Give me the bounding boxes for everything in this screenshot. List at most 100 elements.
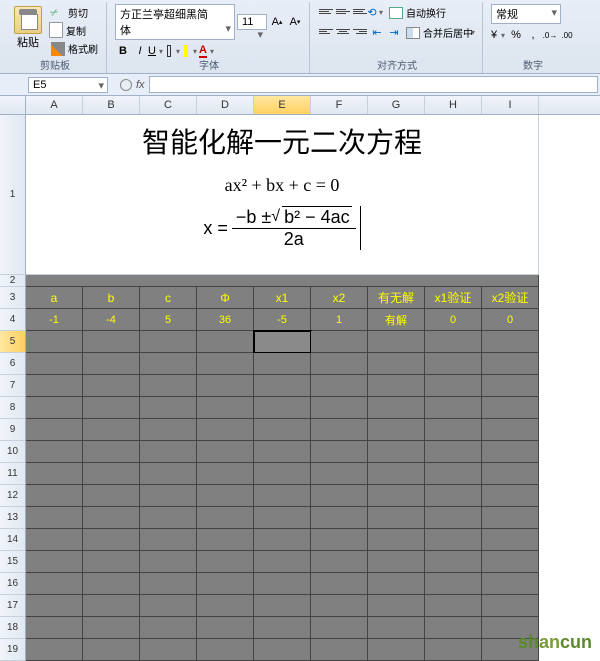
data-cell[interactable]: 1	[311, 309, 368, 331]
data-cell[interactable]	[425, 529, 482, 551]
data-cell[interactable]	[425, 573, 482, 595]
align-center-button[interactable]	[335, 24, 351, 38]
row-header[interactable]: 11	[0, 463, 26, 485]
col-header[interactable]: B	[83, 96, 140, 114]
col-header[interactable]: H	[425, 96, 482, 114]
data-cell[interactable]	[425, 617, 482, 639]
data-cell[interactable]	[26, 507, 83, 529]
data-cell[interactable]	[482, 331, 539, 353]
header-cell[interactable]: Φ	[197, 287, 254, 309]
data-cell[interactable]	[26, 485, 83, 507]
row-header[interactable]: 5	[0, 331, 26, 353]
data-cell[interactable]	[368, 573, 425, 595]
data-cell[interactable]	[197, 353, 254, 375]
data-cell[interactable]	[197, 331, 254, 353]
data-cell[interactable]	[425, 639, 482, 661]
data-cell[interactable]	[83, 375, 140, 397]
data-cell[interactable]	[26, 639, 83, 661]
data-cell[interactable]	[368, 441, 425, 463]
data-cell[interactable]	[482, 441, 539, 463]
data-cell[interactable]	[197, 639, 254, 661]
data-cell[interactable]: -5	[254, 309, 311, 331]
align-bottom-button[interactable]	[352, 4, 368, 18]
data-cell[interactable]	[140, 617, 197, 639]
data-cell[interactable]	[311, 573, 368, 595]
number-format-select[interactable]: 常规	[491, 4, 561, 24]
format-painter-button[interactable]: 格式刷	[49, 40, 100, 57]
data-cell[interactable]	[254, 419, 311, 441]
data-cell[interactable]	[140, 331, 197, 353]
data-cell[interactable]	[197, 463, 254, 485]
data-cell[interactable]	[83, 485, 140, 507]
data-cell[interactable]	[140, 573, 197, 595]
cancel-icon[interactable]	[120, 79, 132, 91]
data-cell[interactable]	[26, 617, 83, 639]
row-header[interactable]: 12	[0, 485, 26, 507]
increase-font-button[interactable]: A▴	[269, 14, 285, 30]
title-cell[interactable]: 智能化解一元二次方程 ax² + bx + c = 0 x = −b ± √b²…	[26, 115, 539, 275]
merge-center-button[interactable]: 合并后居中	[403, 24, 476, 41]
data-cell[interactable]	[482, 551, 539, 573]
data-cell[interactable]	[254, 507, 311, 529]
data-cell[interactable]	[254, 639, 311, 661]
data-cell[interactable]	[26, 529, 83, 551]
col-header[interactable]: A	[26, 96, 83, 114]
data-cell[interactable]	[197, 595, 254, 617]
data-cell[interactable]	[83, 551, 140, 573]
increase-decimal-button[interactable]: .0→	[542, 27, 558, 43]
data-cell[interactable]	[311, 617, 368, 639]
data-cell[interactable]	[482, 529, 539, 551]
data-cell[interactable]	[425, 397, 482, 419]
data-cell[interactable]	[254, 617, 311, 639]
data-cell[interactable]	[26, 331, 83, 353]
row-header[interactable]: 15	[0, 551, 26, 573]
data-cell[interactable]	[482, 419, 539, 441]
data-cell[interactable]	[254, 551, 311, 573]
formula-bar[interactable]	[149, 76, 598, 93]
row-header[interactable]: 6	[0, 353, 26, 375]
align-left-button[interactable]	[318, 24, 334, 38]
header-cell[interactable]: c	[140, 287, 197, 309]
data-cell[interactable]	[425, 485, 482, 507]
data-cell[interactable]	[83, 419, 140, 441]
data-cell[interactable]	[425, 595, 482, 617]
data-cell[interactable]	[140, 507, 197, 529]
data-cell[interactable]	[197, 507, 254, 529]
data-cell[interactable]	[368, 617, 425, 639]
row-header[interactable]: 7	[0, 375, 26, 397]
data-cell[interactable]	[26, 573, 83, 595]
data-cell[interactable]	[482, 397, 539, 419]
data-cell[interactable]	[482, 463, 539, 485]
row-header[interactable]: 14	[0, 529, 26, 551]
col-header[interactable]: I	[482, 96, 539, 114]
data-cell[interactable]	[83, 595, 140, 617]
header-cell[interactable]: x2	[311, 287, 368, 309]
data-cell[interactable]	[26, 375, 83, 397]
data-cell[interactable]	[482, 375, 539, 397]
row-header[interactable]: 4	[0, 309, 26, 331]
data-cell[interactable]	[83, 353, 140, 375]
align-right-button[interactable]	[352, 24, 368, 38]
col-header[interactable]: D	[197, 96, 254, 114]
decrease-decimal-button[interactable]: .00	[559, 27, 575, 43]
header-cell[interactable]: b	[83, 287, 140, 309]
data-cell[interactable]	[311, 397, 368, 419]
data-cell[interactable]	[425, 441, 482, 463]
data-cell[interactable]	[254, 375, 311, 397]
data-cell[interactable]	[368, 463, 425, 485]
row-header[interactable]: 17	[0, 595, 26, 617]
data-cell[interactable]	[482, 573, 539, 595]
data-cell[interactable]	[425, 353, 482, 375]
data-cell[interactable]	[83, 463, 140, 485]
data-cell[interactable]	[425, 375, 482, 397]
data-cell[interactable]	[140, 419, 197, 441]
data-cell[interactable]	[197, 485, 254, 507]
col-header[interactable]: E	[254, 96, 311, 114]
data-cell[interactable]	[83, 617, 140, 639]
data-cell[interactable]: 36	[197, 309, 254, 331]
select-all-corner[interactable]	[0, 96, 26, 114]
data-cell[interactable]	[140, 529, 197, 551]
paste-button[interactable]: 粘贴	[10, 4, 46, 57]
data-cell[interactable]	[197, 551, 254, 573]
data-cell[interactable]	[83, 441, 140, 463]
